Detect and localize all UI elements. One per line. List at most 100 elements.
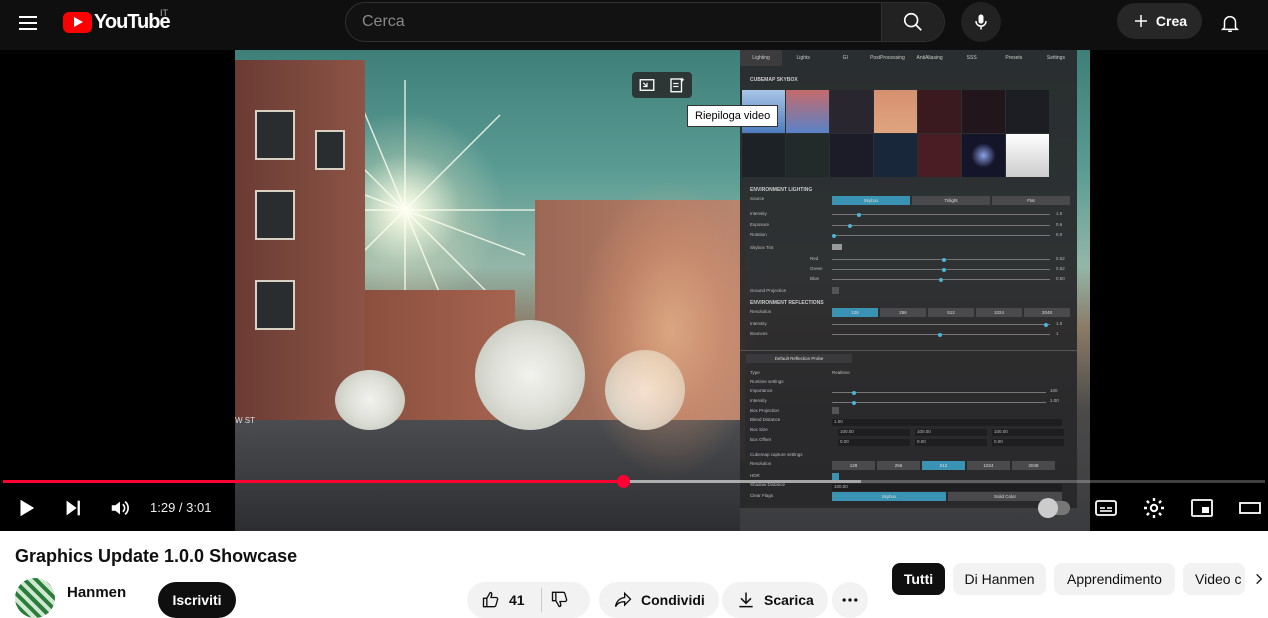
skybox-thumbnail bbox=[830, 90, 873, 133]
channel-avatar[interactable] bbox=[15, 578, 55, 618]
country-code: IT bbox=[160, 8, 168, 18]
bounces-value: 1 bbox=[1056, 331, 1059, 336]
like-button[interactable]: 41 bbox=[481, 590, 525, 610]
search-input[interactable] bbox=[346, 3, 883, 41]
box-offset-label: Box Offset bbox=[750, 437, 771, 442]
video-frame[interactable]: W ST Lighting Lights GI PostProcessing A… bbox=[235, 50, 1090, 531]
chip-video[interactable]: Video c bbox=[1183, 563, 1245, 595]
download-icon bbox=[739, 592, 753, 608]
ground-projection-checkbox bbox=[832, 287, 839, 294]
skybox-tint-swatch bbox=[832, 244, 842, 250]
blossom-tree bbox=[475, 320, 585, 430]
skybox-thumbnail bbox=[874, 90, 917, 133]
chip-tutti[interactable]: Tutti bbox=[892, 563, 945, 595]
engine-tabs: Lighting Lights GI PostProcessing AntiAl… bbox=[740, 50, 1077, 66]
resolution-option: 512 bbox=[928, 308, 974, 317]
box-size-field: 100.00 bbox=[838, 429, 910, 436]
capture-resolution-option: 256 bbox=[877, 461, 920, 470]
building-window bbox=[315, 130, 345, 170]
dislike-button[interactable] bbox=[550, 589, 570, 612]
tooltip: Riepiloga video bbox=[687, 105, 779, 127]
summary-sparkle-icon bbox=[670, 77, 685, 93]
bell-icon bbox=[1220, 15, 1240, 32]
pip-icon bbox=[639, 79, 655, 91]
street-sign: W ST bbox=[235, 416, 255, 425]
mute-button[interactable] bbox=[102, 490, 138, 526]
skybox-thumbnail bbox=[962, 90, 1005, 133]
share-label: Condividi bbox=[641, 592, 705, 608]
subtitles-icon bbox=[1095, 500, 1117, 516]
subtitles-button[interactable] bbox=[1088, 490, 1124, 526]
subscribe-button[interactable]: Iscriviti bbox=[158, 582, 236, 618]
skybox-thumbnail bbox=[786, 134, 829, 177]
video-overlay-buttons bbox=[632, 72, 692, 98]
engine-tab: AntiAliasing bbox=[916, 55, 943, 61]
green-value: 0.52 bbox=[1056, 266, 1065, 271]
blue-value: 0.50 bbox=[1056, 276, 1065, 281]
engine-tab: SSS bbox=[966, 55, 977, 61]
green-slider bbox=[832, 267, 1050, 272]
settings-button[interactable] bbox=[1136, 490, 1172, 526]
skybox-thumbnail bbox=[962, 134, 1005, 177]
capture-resolution-option: 1024 bbox=[967, 461, 1010, 470]
download-button[interactable]: Scarica bbox=[722, 582, 828, 618]
summarize-video-button[interactable] bbox=[662, 72, 692, 98]
miniplayer-button[interactable] bbox=[1184, 490, 1220, 526]
logo-text: YouTube bbox=[94, 10, 171, 33]
share-button[interactable]: Condividi bbox=[599, 582, 719, 618]
voice-search-button[interactable] bbox=[961, 2, 1001, 42]
box-size-field: 100.00 bbox=[915, 429, 987, 436]
top-bar: YouTube IT Crea bbox=[0, 0, 1268, 50]
more-actions-button[interactable] bbox=[832, 582, 868, 618]
autoplay-toggle[interactable] bbox=[1038, 498, 1070, 518]
env-reflections-heading: ENVIRONMENT REFLECTIONS bbox=[750, 300, 824, 306]
search-icon bbox=[903, 12, 922, 31]
miniplayer-overlay-button[interactable] bbox=[632, 72, 662, 98]
thumbs-down-icon bbox=[551, 591, 567, 607]
theater-icon bbox=[1239, 502, 1261, 514]
importance-slider bbox=[832, 390, 1046, 395]
chevron-right-icon bbox=[1256, 573, 1263, 585]
importance-value: 100 bbox=[1050, 388, 1058, 393]
runtime-label: Runtime settings bbox=[750, 379, 784, 384]
youtube-logo[interactable]: YouTube bbox=[63, 10, 171, 33]
notifications-button[interactable] bbox=[1212, 5, 1248, 41]
chips-next-button[interactable] bbox=[1250, 563, 1268, 595]
progress-bar[interactable] bbox=[3, 475, 1265, 488]
like-count: 41 bbox=[509, 592, 525, 608]
probe-heading: Default Reflection Probe bbox=[746, 354, 852, 363]
resolution-option: 128 bbox=[832, 308, 878, 317]
building-window bbox=[255, 190, 295, 240]
skybox-thumbnail bbox=[1006, 90, 1049, 133]
box-offset-field: 0.00 bbox=[915, 439, 987, 446]
hamburger-menu-icon[interactable] bbox=[10, 5, 46, 41]
chip-di-hanmen[interactable]: Di Hanmen bbox=[953, 563, 1046, 595]
channel-name[interactable]: Hanmen bbox=[67, 584, 126, 601]
source-option: Skybox bbox=[832, 196, 910, 205]
skybox-thumbnail bbox=[874, 134, 917, 177]
chip-apprendimento[interactable]: Apprendimento bbox=[1054, 563, 1175, 595]
next-button[interactable] bbox=[55, 490, 91, 526]
box-projection-checkbox bbox=[832, 407, 839, 414]
volume-icon bbox=[111, 500, 129, 516]
skybox-thumbnail bbox=[918, 90, 961, 133]
resolution-label: Resolution bbox=[750, 309, 772, 314]
theater-mode-button[interactable] bbox=[1232, 490, 1268, 526]
play-button[interactable] bbox=[8, 490, 44, 526]
pause-icon bbox=[1038, 498, 1058, 518]
bounces-label: Bounces bbox=[750, 331, 768, 336]
red-value: 0.52 bbox=[1056, 256, 1065, 261]
video-player[interactable]: W ST Lighting Lights GI PostProcessing A… bbox=[0, 50, 1268, 531]
blue-slider bbox=[832, 277, 1050, 282]
skybox-thumbnail bbox=[742, 134, 785, 177]
skip-next-icon bbox=[66, 500, 80, 516]
refl-intensity-label: Intensity bbox=[750, 321, 767, 326]
green-label: Green bbox=[810, 266, 823, 271]
create-button[interactable]: Crea bbox=[1117, 3, 1202, 39]
blue-label: Blue bbox=[810, 276, 820, 281]
engine-tab: Presets bbox=[1005, 55, 1023, 61]
engine-tab: Lighting bbox=[740, 50, 783, 66]
resolution-option: 1024 bbox=[976, 308, 1022, 317]
exposure-value: 0.6 bbox=[1056, 222, 1063, 227]
search-button[interactable] bbox=[881, 3, 944, 41]
